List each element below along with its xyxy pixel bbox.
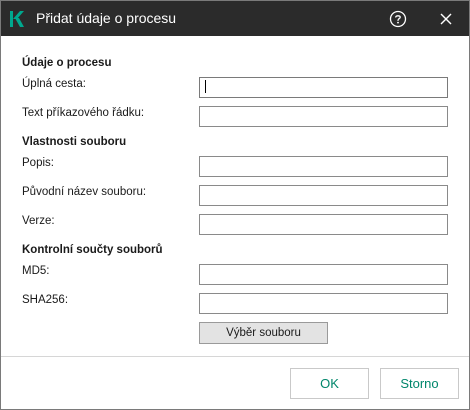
dialog-title: Přidat údaje o procesu (36, 10, 177, 26)
original-file-name-input[interactable] (199, 185, 448, 206)
file-properties-heading: Vlastnosti souboru (22, 136, 127, 148)
help-icon[interactable] (388, 9, 408, 29)
command-line-input[interactable] (199, 106, 448, 127)
text-caret (205, 80, 206, 93)
sha256-label: SHA256: (22, 294, 69, 306)
original-file-name-label: Původní název souboru: (22, 186, 147, 198)
ok-button[interactable]: OK (290, 368, 369, 399)
kaspersky-logo-icon (10, 11, 24, 27)
version-label: Verze: (22, 215, 55, 227)
full-path-input[interactable] (199, 77, 448, 98)
command-line-label: Text příkazového řádku: (22, 107, 145, 119)
add-process-data-dialog: Přidat údaje o procesu Údaje o procesu Ú… (0, 0, 470, 410)
description-label: Popis: (22, 157, 54, 169)
footer-divider (1, 356, 469, 357)
full-path-label: Úplná cesta: (22, 78, 86, 90)
md5-label: MD5: (22, 265, 50, 277)
process-data-heading: Údaje o procesu (22, 57, 112, 69)
checksums-heading: Kontrolní součty souborů (22, 244, 163, 256)
title-bar[interactable]: Přidat údaje o procesu (1, 1, 469, 36)
version-input[interactable] (199, 214, 448, 235)
md5-input[interactable] (199, 264, 448, 285)
close-icon[interactable] (437, 10, 455, 28)
description-input[interactable] (199, 156, 448, 177)
sha256-input[interactable] (199, 293, 448, 314)
cancel-button[interactable]: Storno (380, 368, 459, 399)
select-file-button[interactable]: Výběr souboru (199, 322, 328, 344)
